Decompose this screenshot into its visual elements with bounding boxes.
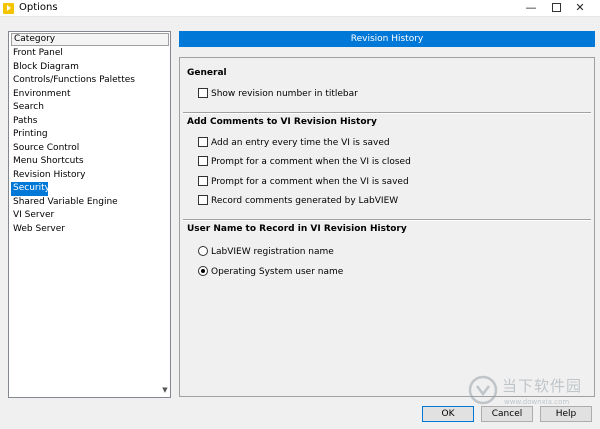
category-item[interactable]: Web Server bbox=[11, 223, 161, 237]
category-list: Front Panel Block Diagram Controls/Funct… bbox=[11, 47, 161, 236]
radio-selected-icon bbox=[198, 265, 208, 276]
prompt-closed-checkbox[interactable]: Prompt for a comment when the VI is clos… bbox=[198, 155, 411, 168]
window-title: Options bbox=[19, 2, 58, 13]
watermark-logo-icon bbox=[468, 375, 498, 405]
category-item[interactable]: Printing bbox=[11, 128, 161, 142]
radio-icon bbox=[198, 245, 208, 256]
checkbox-label: Record comments generated by LabVIEW bbox=[211, 196, 399, 206]
watermark-name: 当下软件园 bbox=[502, 377, 583, 395]
title-bar: Options — ✕ bbox=[0, 0, 600, 17]
category-item[interactable]: Paths bbox=[11, 115, 161, 129]
category-item[interactable]: Shared Variable Engine bbox=[11, 196, 161, 210]
category-scrollbar[interactable]: ▼ bbox=[160, 47, 170, 397]
username-section-title: User Name to Record in VI Revision Histo… bbox=[187, 224, 407, 234]
radio-label: LabVIEW registration name bbox=[211, 247, 334, 257]
category-item[interactable]: Controls/Functions Palettes bbox=[11, 74, 161, 88]
general-section-title: General bbox=[187, 68, 227, 78]
scroll-down-arrow-icon[interactable]: ▼ bbox=[160, 386, 170, 394]
section-divider bbox=[183, 112, 591, 114]
page-title: Revision History bbox=[179, 31, 595, 47]
section-divider bbox=[183, 219, 591, 221]
category-item[interactable]: VI Server bbox=[11, 209, 161, 223]
checkbox-icon bbox=[198, 87, 208, 98]
settings-panel: General Show revision number in titlebar… bbox=[179, 57, 595, 397]
checkbox-icon bbox=[198, 194, 208, 205]
category-item[interactable]: Environment bbox=[11, 88, 161, 102]
checkbox-icon bbox=[198, 136, 208, 147]
checkbox-label: Show revision number in titlebar bbox=[211, 89, 358, 99]
category-item-selected[interactable]: Security bbox=[11, 182, 50, 196]
show-revision-checkbox[interactable]: Show revision number in titlebar bbox=[198, 87, 358, 100]
checkbox-label: Prompt for a comment when the VI is save… bbox=[211, 177, 409, 187]
close-button[interactable]: ✕ bbox=[557, 0, 600, 17]
checkbox-label: Prompt for a comment when the VI is clos… bbox=[211, 157, 411, 167]
labview-app-icon bbox=[3, 3, 14, 14]
category-item[interactable]: Block Diagram bbox=[11, 61, 161, 75]
category-listbox[interactable]: Category Front Panel Block Diagram Contr… bbox=[8, 31, 171, 398]
prompt-saved-checkbox[interactable]: Prompt for a comment when the VI is save… bbox=[198, 175, 409, 188]
add-entry-checkbox[interactable]: Add an entry every time the VI is saved bbox=[198, 136, 390, 149]
category-item[interactable]: Source Control bbox=[11, 142, 161, 156]
category-item[interactable]: Front Panel bbox=[11, 47, 161, 61]
category-item[interactable]: Search bbox=[11, 101, 161, 115]
checkbox-icon bbox=[198, 175, 208, 186]
category-item[interactable]: Menu Shortcuts bbox=[11, 155, 161, 169]
checkbox-label: Add an entry every time the VI is saved bbox=[211, 138, 390, 148]
os-username-radio[interactable]: Operating System user name bbox=[198, 265, 344, 278]
checkbox-icon bbox=[198, 155, 208, 166]
labview-registration-radio[interactable]: LabVIEW registration name bbox=[198, 245, 334, 258]
cancel-button[interactable]: Cancel bbox=[481, 406, 533, 422]
watermark-url: www.downxia.com bbox=[504, 398, 570, 406]
category-item[interactable]: Revision History bbox=[11, 169, 161, 183]
category-header[interactable]: Category bbox=[11, 33, 169, 46]
record-comments-checkbox[interactable]: Record comments generated by LabVIEW bbox=[198, 194, 399, 207]
comments-section-title: Add Comments to VI Revision History bbox=[187, 117, 377, 127]
ok-button[interactable]: OK bbox=[422, 406, 474, 422]
radio-label: Operating System user name bbox=[211, 267, 344, 277]
help-button[interactable]: Help bbox=[540, 406, 592, 422]
